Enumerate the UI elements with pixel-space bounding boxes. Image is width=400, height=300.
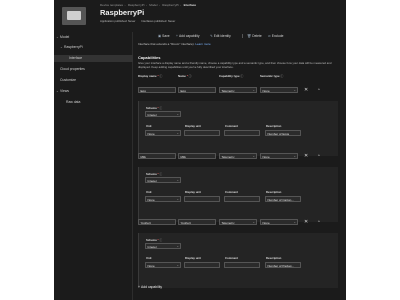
name-field[interactable]: Yoghurt (178, 219, 216, 225)
page-title: RaspberryPi (100, 8, 145, 17)
capability-row: Milk Milk Telemetry None ✕ ⌃ (134, 153, 346, 163)
capability-details-panel: Schema * ⓘ Integer Unit Display unit Com… (138, 101, 338, 156)
capability-type-select[interactable]: Telemetry (219, 153, 257, 159)
unit-select[interactable]: None (145, 196, 181, 202)
unit-label: Unit (146, 256, 152, 260)
description-field[interactable]: Number of Carton... (265, 196, 301, 202)
nav-item-cloud-properties[interactable]: Cloud properties (60, 67, 85, 71)
interfaces-published-text: Interfaces published: Never (141, 19, 176, 23)
save-button[interactable]: ▣Save (158, 34, 170, 38)
name-field[interactable]: Milk (178, 153, 216, 159)
display-unit-field[interactable] (184, 130, 220, 136)
unit-select[interactable]: None (145, 130, 181, 136)
schema-select[interactable]: Integer (145, 111, 181, 117)
toolbar: ▣Save +Add capability ✎Edit identity 🗑De… (134, 32, 346, 40)
breadcrumb: Device templates › RaspberryPi › Model › Ra… (100, 3, 197, 7)
description-label: Description (266, 256, 282, 260)
comment-field[interactable] (224, 262, 260, 268)
display-unit-label: Display unit (185, 190, 201, 194)
capability-row: Yoghurt Yoghurt Telemetry None ✕ ⌃ (134, 219, 346, 229)
trash-icon: 🗑 (247, 34, 252, 38)
delete-capability-icon[interactable]: ✕ (304, 87, 308, 93)
edit-icon: ✎ (210, 34, 213, 38)
add-capability-button[interactable]: +Add capability (176, 34, 199, 38)
comment-label: Comment (225, 124, 238, 128)
chevron-up-icon[interactable]: ⌃ (317, 220, 321, 225)
capability-row: Egg Egg Telemetry None ✕ ⌃ (134, 87, 346, 97)
capability-details-panel: Schema * ⓘ Integer Unit Display unit Com… (138, 167, 338, 222)
edit-identity-button[interactable]: ✎Edit identity (210, 34, 231, 38)
schema-label: Schema * ⓘ (146, 238, 163, 242)
nav-item-model[interactable]: ⌄Model (56, 35, 69, 39)
column-header-display-name: Display name * ⓘ (138, 74, 163, 78)
display-unit-field[interactable] (184, 262, 220, 268)
chevron-up-icon[interactable]: ⌃ (317, 154, 321, 159)
breadcrumb-item[interactable]: Device templates (100, 3, 123, 7)
device-template-icon (62, 7, 86, 25)
nav-item-interface[interactable]: Interface (69, 56, 82, 60)
column-header-name: Name * ⓘ (178, 74, 192, 78)
app-published-text: Application published: Never (100, 19, 136, 23)
display-name-field[interactable]: Yoghurt (138, 219, 176, 225)
unit-label: Unit (146, 190, 152, 194)
chevron-up-icon[interactable]: ⌃ (317, 88, 321, 93)
save-icon: ▣ (158, 34, 162, 38)
description-field[interactable]: Number of Packet... (265, 262, 301, 268)
display-unit-field[interactable] (184, 196, 220, 202)
more-icon: ⊘ (268, 34, 271, 38)
main-content: ▣Save +Add capability ✎Edit identity 🗑De… (134, 32, 346, 300)
header: Device templates › RaspberryPi › Model › Ra… (54, 0, 346, 31)
breadcrumb-item[interactable]: RaspberryPi (128, 3, 145, 7)
semantic-type-select[interactable]: None (260, 219, 298, 225)
capability-type-select[interactable]: Telemetry (219, 87, 257, 93)
delete-capability-icon[interactable]: ✕ (304, 153, 308, 159)
add-capability-link[interactable]: +Add capability (138, 285, 162, 289)
comment-field[interactable] (224, 130, 260, 136)
left-nav: ⌄Model ⌄RaspberryPi Interface Cloud prop… (54, 32, 133, 300)
app-window: Device templates › RaspberryPi › Model › Ra… (54, 0, 346, 300)
breadcrumb-current: Interface (183, 3, 197, 7)
nav-item-raw-data[interactable]: Raw data (66, 100, 80, 104)
capabilities-description: Give your interface a display name and a… (138, 61, 332, 69)
description-label: Description (266, 190, 282, 194)
comment-label: Comment (225, 190, 238, 194)
capability-details-panel: Schema * ⓘ Integer Unit Display unit Com… (138, 233, 338, 288)
name-field[interactable]: Egg (178, 87, 216, 93)
comment-label: Comment (225, 256, 238, 260)
capability-type-select[interactable]: Telemetry (219, 219, 257, 225)
breadcrumb-item[interactable]: Model (149, 3, 157, 7)
nav-item-raspberrypi[interactable]: ⌄RaspberryPi (60, 45, 83, 49)
plus-icon: + (138, 285, 140, 289)
display-unit-label: Display unit (185, 124, 201, 128)
description-field[interactable]: Number of Eggs (265, 130, 301, 136)
more-button[interactable]: ⊘Exclude (268, 34, 284, 38)
display-name-field[interactable]: Egg (138, 87, 176, 93)
toolbar-divider (242, 34, 243, 38)
learn-more-link[interactable]: Learn more (195, 42, 210, 46)
column-header-semantic-type: Semantic type ⓘ (260, 74, 284, 78)
description-label: Description (266, 124, 282, 128)
schema-select[interactable]: Integer (145, 177, 181, 183)
semantic-type-select[interactable]: None (260, 153, 298, 159)
interface-note: Interface that extends a "Room" interfac… (138, 42, 211, 46)
unit-select[interactable]: None (145, 262, 181, 268)
plus-icon: + (176, 34, 178, 38)
column-header-capability-type: Capability type ⓘ (219, 74, 244, 78)
breadcrumb-item[interactable]: RaspberryPi (162, 3, 179, 7)
nav-selection-highlight (54, 55, 133, 62)
display-name-field[interactable]: Milk (138, 153, 176, 159)
delete-button[interactable]: 🗑Delete (247, 34, 262, 38)
nav-item-views[interactable]: ⌄Views (56, 89, 69, 93)
capabilities-title: Capabilities (138, 55, 161, 60)
unit-label: Unit (146, 124, 152, 128)
comment-field[interactable] (224, 196, 260, 202)
nav-item-customize[interactable]: Customize (60, 78, 76, 82)
semantic-type-select[interactable]: None (260, 87, 298, 93)
schema-label: Schema * ⓘ (146, 106, 163, 110)
delete-capability-icon[interactable]: ✕ (304, 219, 308, 225)
publish-status: Application published: Never Interfaces … (100, 19, 180, 23)
schema-label: Schema * ⓘ (146, 172, 163, 176)
display-unit-label: Display unit (185, 256, 201, 260)
schema-select[interactable]: Integer (145, 243, 181, 249)
